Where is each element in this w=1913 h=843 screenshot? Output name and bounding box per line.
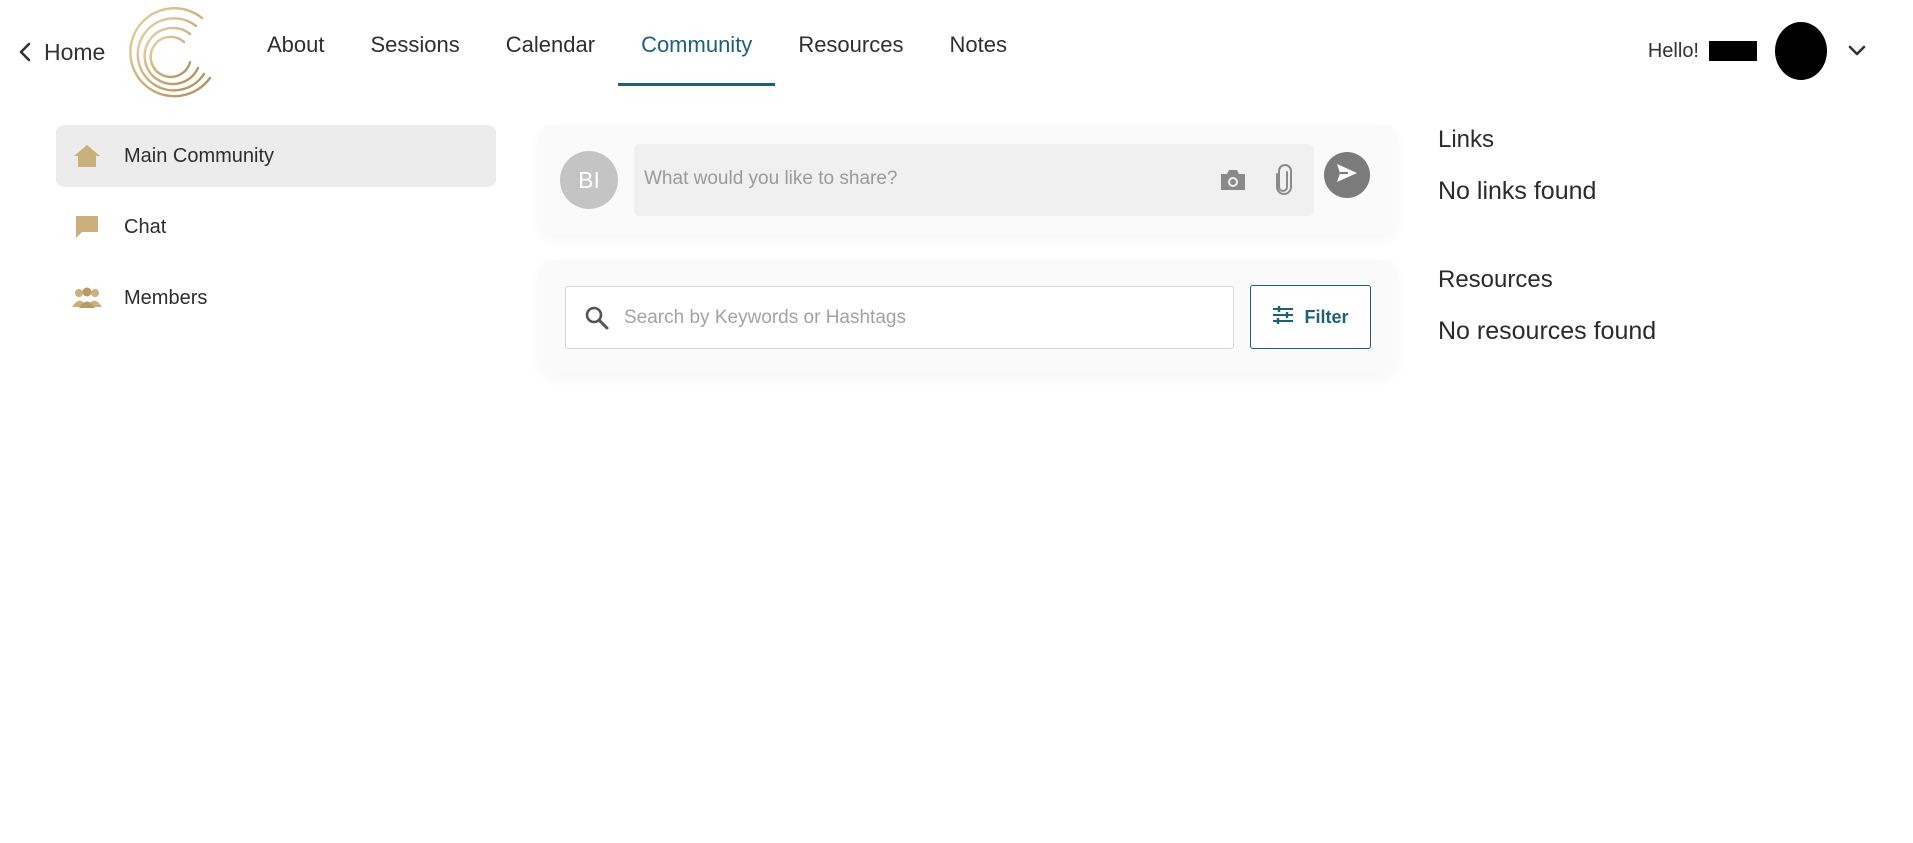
- chat-bubble-icon: [72, 212, 102, 242]
- avatar[interactable]: [1775, 22, 1827, 80]
- search-input[interactable]: Search by Keywords or Hashtags: [565, 286, 1234, 349]
- paperclip-icon[interactable]: [1272, 164, 1296, 196]
- resources-section: Resources No resources found: [1438, 264, 1858, 348]
- nav-tab-calendar[interactable]: Calendar: [483, 0, 618, 88]
- send-post-button[interactable]: [1324, 152, 1370, 198]
- send-icon: [1335, 162, 1359, 189]
- redacted-username: [1709, 41, 1757, 61]
- filter-button-label: Filter: [1304, 306, 1349, 327]
- chevron-down-icon[interactable]: [1845, 39, 1869, 63]
- sidebar-item-main-community[interactable]: Main Community: [56, 125, 496, 187]
- community-info-panel: Links No links found Resources No resour…: [1438, 124, 1858, 348]
- filter-button[interactable]: Filter: [1250, 285, 1371, 349]
- feed-search-bar: Search by Keywords or Hashtags Filter: [540, 260, 1396, 374]
- nav-tab-about[interactable]: About: [244, 0, 348, 88]
- camera-icon[interactable]: [1218, 167, 1248, 193]
- nav-tab-label: Calendar: [505, 32, 596, 57]
- nav-tab-notes[interactable]: Notes: [926, 0, 1029, 88]
- home-icon: [72, 141, 102, 171]
- share-input[interactable]: What would you like to share?: [634, 144, 1314, 216]
- people-icon: [72, 283, 102, 313]
- nav-tab-label: Notes: [949, 32, 1007, 57]
- sidebar-item-members[interactable]: Members: [56, 267, 496, 329]
- home-link-label: Home: [44, 38, 106, 65]
- community-sidebar: Main Community Chat Members: [56, 125, 496, 338]
- post-composer: BI What would you like to share?: [540, 125, 1396, 235]
- nav-tab-resources[interactable]: Resources: [775, 0, 926, 88]
- resources-empty-text: No resources found: [1438, 317, 1657, 345]
- brand-logo[interactable]: [124, 4, 220, 100]
- links-heading: Links: [1438, 126, 1495, 153]
- user-initials-avatar: BI: [560, 151, 618, 209]
- main-nav: About Sessions Calendar Community Resour…: [244, 0, 1030, 88]
- share-input-placeholder: What would you like to share?: [644, 168, 898, 189]
- sidebar-item-label: Members: [124, 286, 208, 309]
- user-menu[interactable]: Hello!: [1648, 22, 1869, 80]
- sliders-icon: [1272, 305, 1294, 330]
- search-icon: [584, 305, 610, 331]
- sidebar-item-chat[interactable]: Chat: [56, 196, 496, 258]
- sidebar-item-label: Main Community: [124, 144, 275, 167]
- nav-tab-label: Community: [641, 32, 753, 57]
- top-navigation-bar: Home About Sessions Calendar Community R…: [0, 0, 1913, 98]
- home-link[interactable]: Home: [16, 38, 105, 66]
- nav-tab-community[interactable]: Community: [618, 0, 776, 88]
- links-section: Links No links found: [1438, 124, 1858, 208]
- links-empty-text: No links found: [1438, 177, 1597, 205]
- nav-tab-label: About: [267, 32, 325, 57]
- nav-tab-label: Resources: [798, 32, 904, 57]
- nav-tab-label: Sessions: [370, 32, 460, 57]
- search-input-placeholder: Search by Keywords or Hashtags: [624, 307, 906, 328]
- chevron-left-icon: [16, 41, 34, 63]
- sidebar-item-label: Chat: [124, 215, 167, 238]
- greeting-text: Hello!: [1647, 39, 1699, 62]
- resources-heading: Resources: [1438, 266, 1553, 293]
- nav-tab-sessions[interactable]: Sessions: [348, 0, 483, 88]
